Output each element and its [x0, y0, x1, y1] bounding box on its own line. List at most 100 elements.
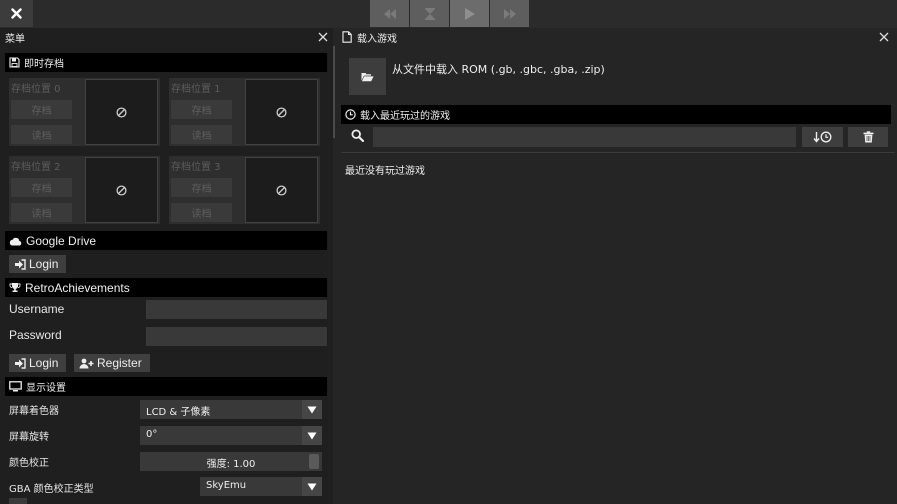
load-button[interactable]: 读档	[171, 203, 232, 222]
close-icon	[318, 32, 328, 42]
sign-in-icon	[15, 357, 26, 369]
fast-forward-icon	[503, 8, 516, 19]
load-game-close-button[interactable]	[877, 30, 891, 44]
save-slot-2: 存档位置 2 存档 读档	[9, 156, 160, 224]
clock-icon	[345, 109, 356, 120]
slider-handle[interactable]	[309, 454, 319, 469]
display-settings-header: 显示设置	[5, 377, 327, 396]
close-icon	[879, 32, 889, 42]
load-rom-from-file-label[interactable]: 从文件中载入 ROM (.gb, .gbc, .gba, .zip)	[392, 61, 605, 77]
clear-recent-button[interactable]	[848, 127, 888, 147]
load-game-title: 载入游戏	[357, 33, 397, 45]
save-slot-thumbnail	[245, 79, 318, 145]
close-icon	[11, 8, 22, 19]
save-slot-label: 存档位置 3	[171, 162, 221, 173]
close-app-button[interactable]	[0, 0, 33, 27]
gba-color-correction-label: GBA 颜色校正类型	[9, 484, 94, 495]
rewind-button[interactable]	[370, 0, 409, 27]
save-states-header: 即时存档	[5, 53, 327, 72]
save-slot-0: 存档位置 0 存档 读档	[9, 78, 160, 146]
load-game-panel	[337, 28, 897, 504]
recent-games-search-input[interactable]	[373, 127, 796, 147]
menu-scrollbar[interactable]	[333, 46, 335, 138]
save-slot-thumbnail	[85, 79, 158, 145]
retroachievements-header: RetroAchievements	[5, 278, 327, 297]
chevron-down-icon	[302, 426, 322, 445]
chevron-down-icon	[302, 477, 322, 496]
chevron-down-icon	[302, 400, 322, 419]
username-label: Username	[9, 302, 65, 316]
screen-shader-select[interactable]: LCD & 子像素	[140, 400, 322, 419]
gba-color-correction-select[interactable]: SkyEmu	[200, 477, 322, 496]
retroachievements-title: RetroAchievements	[25, 280, 130, 295]
retroachievements-login-button[interactable]: Login	[9, 354, 66, 372]
recent-games-header: 载入最近玩过的游戏	[341, 105, 891, 124]
screen-shader-label: 屏幕着色器	[9, 406, 59, 417]
ban-icon	[116, 106, 127, 118]
password-input[interactable]	[146, 327, 327, 346]
divider	[341, 152, 895, 153]
play-button[interactable]	[450, 0, 489, 27]
trophy-icon	[9, 283, 21, 292]
folder-open-icon	[361, 72, 374, 81]
floppy-disk-icon	[9, 57, 20, 68]
save-slot-label: 存档位置 2	[11, 162, 61, 173]
menu-close-button[interactable]	[316, 30, 330, 44]
username-input[interactable]	[146, 300, 327, 319]
cloud-icon	[9, 237, 22, 245]
save-states-title: 即时存档	[24, 59, 64, 70]
pause-button[interactable]	[410, 0, 449, 27]
ban-icon	[276, 106, 287, 118]
user-plus-icon	[79, 358, 94, 368]
open-rom-button[interactable]	[349, 58, 386, 95]
sort-clock-icon	[812, 131, 831, 143]
screen-rotation-label: 屏幕旋转	[9, 432, 49, 443]
no-recent-games-text: 最近没有玩过游戏	[345, 166, 425, 177]
save-button[interactable]: 存档	[11, 178, 72, 197]
load-button[interactable]: 读档	[171, 125, 232, 144]
ban-icon	[276, 184, 287, 196]
save-slot-label: 存档位置 0	[11, 84, 61, 95]
save-slot-thumbnail	[245, 157, 318, 223]
monitor-icon	[9, 381, 22, 392]
save-slot-3: 存档位置 3 存档 读档	[169, 156, 320, 224]
display-settings-title: 显示设置	[26, 383, 66, 394]
screen-shader-value: LCD & 子像素	[146, 407, 211, 418]
sign-in-icon	[15, 258, 26, 270]
login-label: Login	[29, 356, 59, 370]
google-drive-header: Google Drive	[5, 231, 327, 250]
register-label: Register	[97, 356, 142, 370]
file-icon	[342, 31, 352, 43]
save-button[interactable]: 存档	[171, 100, 232, 119]
menu-panel-title: 菜单	[5, 33, 25, 45]
save-slot-1: 存档位置 1 存档 读档	[169, 78, 320, 146]
ban-icon	[116, 184, 127, 196]
sort-by-recent-button[interactable]	[802, 127, 843, 147]
register-button[interactable]: Register	[74, 354, 150, 372]
color-correction-label: 颜色校正	[9, 458, 49, 469]
recent-games-title: 载入最近玩过的游戏	[360, 111, 450, 122]
google-drive-login-button[interactable]: Login	[9, 255, 66, 273]
search-icon	[351, 129, 364, 142]
save-button[interactable]: 存档	[171, 178, 232, 197]
load-button[interactable]: 读档	[11, 203, 72, 222]
save-button[interactable]: 存档	[11, 100, 72, 119]
play-icon	[464, 7, 475, 20]
save-slot-label: 存档位置 1	[171, 84, 221, 95]
screen-rotation-value: 0°	[146, 429, 158, 440]
save-slot-thumbnail	[85, 157, 158, 223]
next-row-control[interactable]	[9, 498, 27, 504]
login-label: Login	[29, 257, 59, 271]
color-correction-slider[interactable]: 强度: 1.00	[140, 452, 322, 471]
gba-color-correction-value: SkyEmu	[206, 480, 247, 491]
menu-panel-header: 菜单	[0, 28, 333, 46]
load-button[interactable]: 读档	[11, 125, 72, 144]
load-game-header: 载入游戏	[337, 28, 897, 46]
screen-rotation-select[interactable]: 0°	[140, 426, 322, 445]
trash-icon	[863, 131, 873, 143]
color-correction-value: 强度: 1.00	[206, 459, 256, 470]
password-label: Password	[9, 328, 62, 342]
fast-forward-button[interactable]	[490, 0, 529, 27]
hourglass-icon	[424, 7, 435, 20]
google-drive-title: Google Drive	[26, 233, 97, 248]
